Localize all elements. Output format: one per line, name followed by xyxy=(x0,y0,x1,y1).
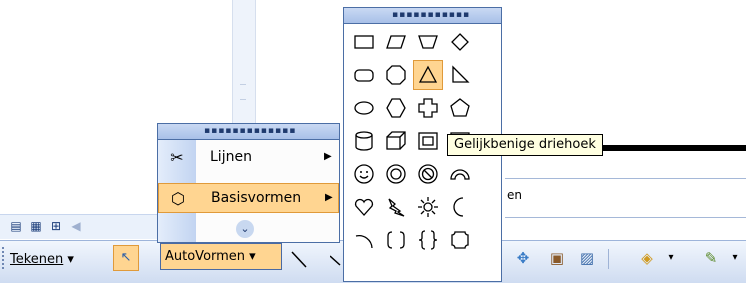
fill-color-icon[interactable]: ◈ xyxy=(636,247,658,269)
toolbar-separator xyxy=(608,249,609,269)
background-text: en xyxy=(507,188,522,202)
submenu-arrow-icon: ▶ xyxy=(324,151,332,162)
isosceles-triangle-shape-icon[interactable] xyxy=(413,60,443,90)
view-buttons-row: ▤ ▦ ⊞ ◀ xyxy=(0,214,170,239)
insert-picture-icon[interactable]: ▨ xyxy=(576,247,598,269)
select-pointer-button[interactable]: ↖ xyxy=(113,245,139,271)
slide-sorter-icon[interactable]: ▦ xyxy=(28,219,44,233)
sun-shape-icon[interactable] xyxy=(413,192,443,222)
basic-shapes-icon: ⬡ xyxy=(171,189,185,208)
smiley-face-shape-icon[interactable] xyxy=(349,159,379,189)
plaque-shape-icon[interactable] xyxy=(445,225,475,255)
menu-item-basisvormen[interactable]: ⬡ Basisvormen ▶ xyxy=(158,183,339,213)
scroll-left-icon[interactable]: ◀ xyxy=(68,219,84,233)
hexagon-shape-icon[interactable] xyxy=(381,93,411,123)
line-color-dropdown-icon[interactable]: ▾ xyxy=(724,247,746,269)
can-shape-icon[interactable] xyxy=(349,126,379,156)
diamond-shape-icon[interactable] xyxy=(445,27,475,57)
trapezoid-shape-icon[interactable] xyxy=(413,27,443,57)
text-box xyxy=(505,178,746,218)
rectangle-shape-icon[interactable] xyxy=(349,27,379,57)
tooltip: Gelijkbenige driehoek xyxy=(447,134,603,156)
right-triangle-shape-icon[interactable] xyxy=(445,60,475,90)
normal-view-icon[interactable]: ▤ xyxy=(8,219,24,233)
rounded-rectangle-shape-icon[interactable] xyxy=(349,60,379,90)
tekenen-button[interactable]: Tekenen ▾ xyxy=(10,250,74,270)
cross-shape-icon[interactable] xyxy=(413,93,443,123)
line-tool-icon[interactable] xyxy=(286,248,310,270)
fill-color-dropdown-icon[interactable]: ▾ xyxy=(660,247,682,269)
palette-drag-handle[interactable]: ▪▪▪▪▪▪▪▪▪▪▪ xyxy=(343,7,502,24)
moon-shape-icon[interactable] xyxy=(445,192,475,222)
donut-shape-icon[interactable] xyxy=(381,159,411,189)
autovormen-button[interactable]: AutoVormen ▾ xyxy=(160,243,282,270)
octagon-shape-icon[interactable] xyxy=(381,60,411,90)
scroll-grip[interactable] xyxy=(240,84,246,100)
lines-icon: ✂ xyxy=(170,148,184,167)
parallelogram-shape-icon[interactable] xyxy=(381,27,411,57)
menu-item-lijnen[interactable]: ✂ Lijnen ▶ xyxy=(158,143,339,173)
no-symbol-shape-icon[interactable] xyxy=(413,159,443,189)
cube-shape-icon[interactable] xyxy=(381,126,411,156)
menu-item-label: Basisvormen xyxy=(211,190,302,206)
double-brace-shape-icon[interactable] xyxy=(413,225,443,255)
arrow-tool-icon[interactable] xyxy=(329,248,344,270)
block-arc-shape-icon[interactable] xyxy=(445,159,475,189)
slide-show-icon[interactable]: ⊞ xyxy=(48,219,64,233)
arc-shape-icon[interactable] xyxy=(349,225,379,255)
pentagon-shape-icon[interactable] xyxy=(445,93,475,123)
autovormen-label: AutoVormen xyxy=(165,249,246,264)
line-color-icon[interactable]: ✎ xyxy=(700,247,722,269)
expand-menu-chevron-icon[interactable]: ⌄ xyxy=(236,220,254,238)
clipart-icon[interactable]: ▣ xyxy=(546,247,568,269)
submenu-arrow-icon: ▶ xyxy=(325,192,333,203)
oval-shape-icon[interactable] xyxy=(349,93,379,123)
heart-shape-icon[interactable] xyxy=(349,192,379,222)
black-line-shape xyxy=(600,145,746,151)
menu-item-label: Lijnen xyxy=(210,149,252,165)
bevel-shape-icon[interactable] xyxy=(413,126,443,156)
toolbar-grip[interactable] xyxy=(2,247,7,269)
menu-drag-handle[interactable]: ▪▪▪▪▪▪▪▪▪▪▪▪▪ xyxy=(157,123,340,140)
diagram-icon[interactable]: ✥ xyxy=(512,247,534,269)
tekenen-label: Tekenen xyxy=(10,252,64,267)
double-bracket-shape-icon[interactable] xyxy=(381,225,411,255)
lightning-bolt-shape-icon[interactable] xyxy=(381,192,411,222)
